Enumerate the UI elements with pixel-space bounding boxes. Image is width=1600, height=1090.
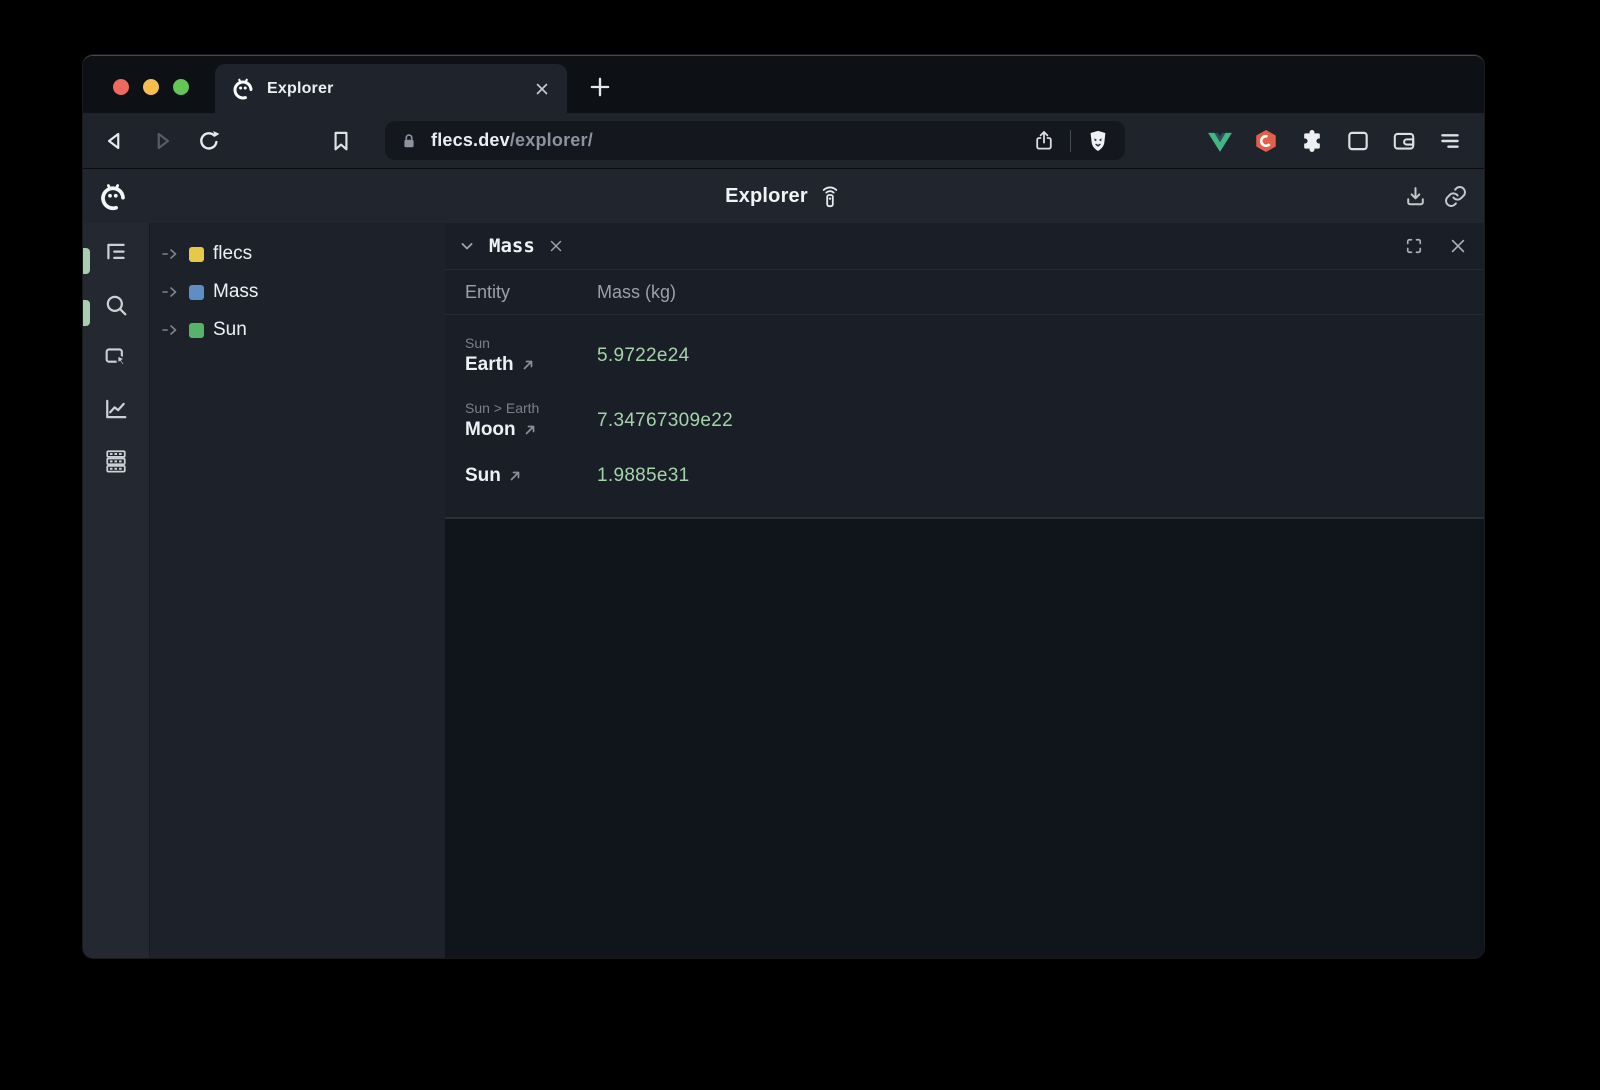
brave-shield-icon[interactable]	[1085, 128, 1111, 154]
extensions-puzzle-icon[interactable]	[1299, 128, 1325, 154]
empty-canvas	[445, 519, 1484, 958]
commands-list-icon[interactable]	[102, 447, 130, 475]
query-title: Mass	[489, 235, 535, 257]
expand-arrow-icon[interactable]	[162, 325, 180, 335]
main-area: Mass	[445, 223, 1484, 958]
flecs-favicon-icon	[231, 77, 255, 101]
column-header-mass: Mass (kg)	[597, 282, 676, 303]
tree-item-flecs[interactable]: flecs	[150, 235, 445, 273]
minimize-window-button[interactable]	[143, 79, 159, 95]
search-icon[interactable]	[102, 291, 130, 319]
tab-bar: Explorer	[83, 56, 1484, 113]
table-row: Sun Earth 5.9722	[465, 323, 1484, 388]
table-row: Sun > Earth Moon	[465, 388, 1484, 453]
vue-devtools-icon[interactable]	[1207, 128, 1233, 154]
entity-cell: Sun	[465, 465, 597, 487]
wallet-icon[interactable]	[1391, 128, 1417, 154]
address-bar[interactable]: flecs.dev/explorer/	[385, 121, 1125, 160]
app-title: Explorer	[725, 185, 808, 208]
app-header: Explorer	[83, 168, 1484, 223]
tab-title: Explorer	[267, 80, 521, 98]
expand-arrow-icon[interactable]	[162, 287, 180, 297]
url-text: flecs.dev/explorer/	[431, 130, 593, 151]
browser-tab[interactable]: Explorer	[215, 64, 567, 113]
forward-button[interactable]	[149, 128, 175, 154]
entity-cell: Sun > Earth Moon	[465, 400, 597, 441]
query-panel: Mass	[445, 223, 1484, 519]
entity-parent-path: Sun	[465, 335, 597, 351]
entity-tree-panel: flecs Mass	[150, 223, 445, 958]
panel-close-icon[interactable]	[1448, 236, 1468, 256]
table-rows: Sun Earth 5.9722	[445, 315, 1484, 517]
inspect-cursor-icon[interactable]	[102, 343, 130, 371]
tree-item-sun[interactable]: Sun	[150, 311, 445, 349]
bookmark-icon[interactable]	[328, 128, 354, 154]
entity-name: Moon	[465, 419, 516, 441]
entity-color-swatch	[189, 323, 204, 338]
tree-item-label: Mass	[213, 281, 258, 303]
remote-connection-icon[interactable]	[818, 185, 842, 209]
reload-button[interactable]	[196, 128, 222, 154]
hexagon-extension-icon[interactable]	[1253, 128, 1279, 154]
download-icon[interactable]	[1403, 184, 1428, 209]
chevron-down-icon[interactable]	[457, 236, 477, 256]
url-path: /explorer/	[510, 130, 593, 150]
entity-link[interactable]: Sun	[465, 465, 597, 487]
zoom-window-button[interactable]	[173, 79, 189, 95]
traffic-lights	[113, 79, 189, 95]
page-content: flecs Mass	[83, 223, 1484, 958]
entity-name: Sun	[465, 465, 501, 487]
link-icon[interactable]	[1443, 184, 1468, 209]
sidebar-toggle-icon[interactable]	[1345, 128, 1371, 154]
tree-item-label: Sun	[213, 319, 247, 341]
expand-arrow-icon[interactable]	[162, 249, 180, 259]
entity-link[interactable]: Moon	[465, 419, 597, 441]
tree-outline-icon[interactable]	[102, 239, 130, 267]
tree-item-mass[interactable]: Mass	[150, 273, 445, 311]
external-link-icon	[521, 358, 535, 372]
new-tab-button[interactable]	[586, 73, 614, 101]
menu-icon[interactable]	[1437, 128, 1463, 154]
screenshot: Explorer	[0, 0, 1600, 1090]
active-indicator	[83, 300, 90, 326]
entity-color-swatch	[189, 247, 204, 262]
query-close-icon[interactable]	[547, 237, 565, 255]
entity-color-swatch	[189, 285, 204, 300]
table-row: Sun 1.9885e31	[465, 453, 1484, 499]
fullscreen-icon[interactable]	[1404, 236, 1424, 256]
mass-value: 1.9885e31	[597, 465, 690, 487]
column-header-entity: Entity	[465, 282, 597, 303]
mass-value: 5.9722e24	[597, 345, 690, 367]
flecs-logo-icon[interactable]	[98, 182, 128, 212]
url-domain: flecs.dev	[431, 130, 510, 150]
back-button[interactable]	[102, 128, 128, 154]
stats-chart-icon[interactable]	[102, 395, 130, 423]
share-icon[interactable]	[1032, 129, 1056, 153]
tab-close-icon[interactable]	[533, 80, 551, 98]
browser-window: Explorer	[83, 55, 1484, 958]
left-icon-strip	[83, 223, 150, 958]
table-header: Entity Mass (kg)	[445, 269, 1484, 315]
app-header-actions	[1403, 184, 1468, 209]
lock-icon	[399, 131, 419, 151]
close-window-button[interactable]	[113, 79, 129, 95]
browser-toolbar: flecs.dev/explorer/	[83, 113, 1484, 168]
entity-cell: Sun Earth	[465, 335, 597, 376]
entity-link[interactable]: Earth	[465, 354, 597, 376]
query-panel-header: Mass	[445, 223, 1484, 269]
mass-value: 7.34767309e22	[597, 410, 733, 432]
entity-parent-path: Sun > Earth	[465, 400, 597, 416]
active-indicator	[83, 248, 90, 274]
divider	[1070, 130, 1071, 152]
external-link-icon	[508, 469, 522, 483]
tree-item-label: flecs	[213, 243, 252, 265]
external-link-icon	[523, 423, 537, 437]
entity-name: Earth	[465, 354, 514, 376]
extension-icons	[1207, 113, 1463, 168]
